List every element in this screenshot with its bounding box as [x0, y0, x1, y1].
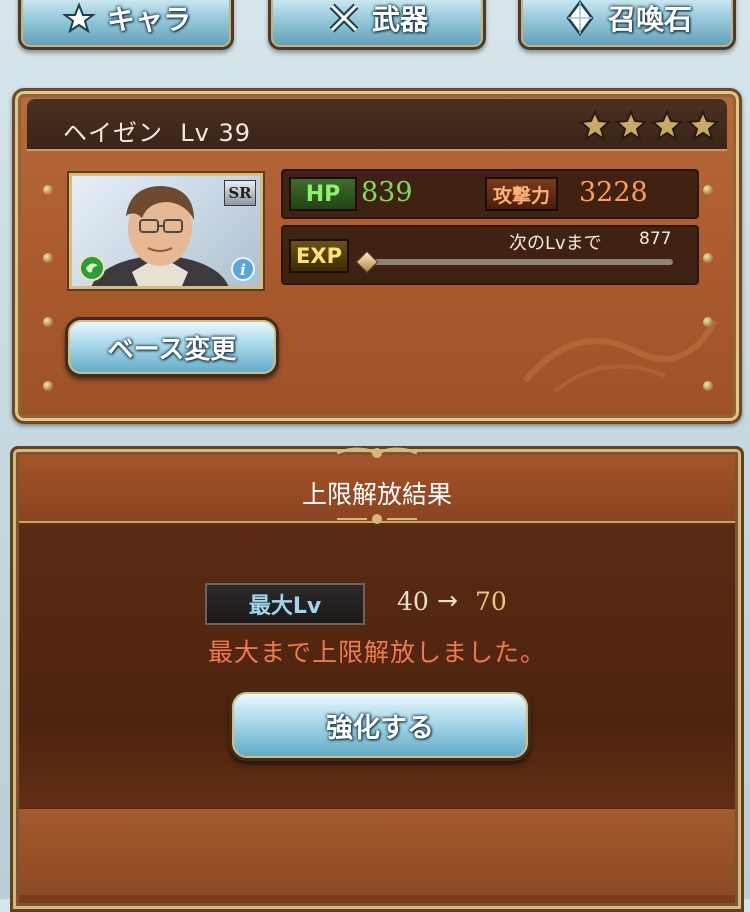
rivet-ornament	[43, 253, 53, 263]
star-icon	[615, 109, 647, 141]
star-icon	[579, 109, 611, 141]
hp-value: 839	[361, 177, 413, 208]
star-icon	[687, 109, 719, 141]
max-level-label: 最大Lv	[205, 583, 365, 625]
info-icon[interactable]: i	[230, 256, 256, 282]
limit-break-result-panel: 上限解放結果 最大Lv 40 → 70 最大まで上限解放しました。 強化する	[10, 446, 744, 912]
base-change-button[interactable]: ベース変更	[65, 317, 279, 377]
summon-crystal-icon	[562, 0, 598, 36]
exp-progress-bar	[355, 250, 673, 274]
rivet-ornament	[703, 185, 713, 195]
tab-character-label: キャラ	[106, 3, 191, 36]
tab-weapon[interactable]: 武器	[268, 0, 486, 50]
character-emblem-icon	[61, 0, 97, 36]
character-panel: ヘイゼン Lv 39 SR i HP 839 攻撃力 3228 EXP 次のLv…	[12, 88, 742, 424]
result-footer-band	[19, 807, 735, 895]
character-header: ヘイゼン Lv 39	[27, 99, 727, 151]
exp-label: EXP	[289, 239, 349, 273]
rivet-ornament	[703, 253, 713, 263]
tab-summon-label: 召喚石	[607, 3, 692, 36]
crossed-swords-icon	[326, 0, 362, 36]
svg-text:i: i	[240, 261, 246, 279]
enhance-button[interactable]: 強化する	[229, 689, 531, 761]
rivet-ornament	[43, 317, 53, 327]
panel-ornament	[522, 319, 718, 393]
tab-character[interactable]: キャラ	[18, 0, 234, 50]
level-cap-before: 40	[397, 587, 429, 616]
hp-label: HP	[289, 177, 357, 211]
stats-box: HP 839 攻撃力 3228	[281, 169, 699, 219]
result-title: 上限解放結果	[301, 480, 452, 509]
next-level-label: 次のLvまで	[509, 233, 602, 254]
star-icon	[651, 109, 683, 141]
rarity-badge: SR	[224, 180, 256, 206]
tab-summon[interactable]: 召喚石	[518, 0, 736, 50]
exp-box: EXP 次のLvまで 877	[281, 225, 699, 285]
character-level: Lv 39	[180, 119, 252, 147]
top-ornament	[337, 447, 417, 458]
tab-weapon-label: 武器	[371, 3, 428, 36]
attack-value: 3228	[579, 177, 648, 208]
right-arrow-icon: →	[437, 586, 458, 615]
character-portrait[interactable]: SR i	[69, 173, 263, 289]
next-level-exp: 877	[639, 229, 672, 249]
character-name-text: ヘイゼン	[63, 119, 163, 147]
wind-element-icon	[79, 255, 105, 281]
rivet-ornament	[43, 185, 53, 195]
rank-stars	[579, 109, 719, 141]
exp-progress-marker	[355, 250, 379, 274]
attack-label: 攻撃力	[485, 177, 559, 211]
character-name: ヘイゼン Lv 39	[63, 113, 251, 148]
result-message: 最大まで上限解放しました。	[207, 638, 546, 667]
divider-ornament	[337, 514, 417, 524]
level-cap-after: 70	[475, 587, 507, 616]
rivet-ornament	[43, 381, 53, 391]
